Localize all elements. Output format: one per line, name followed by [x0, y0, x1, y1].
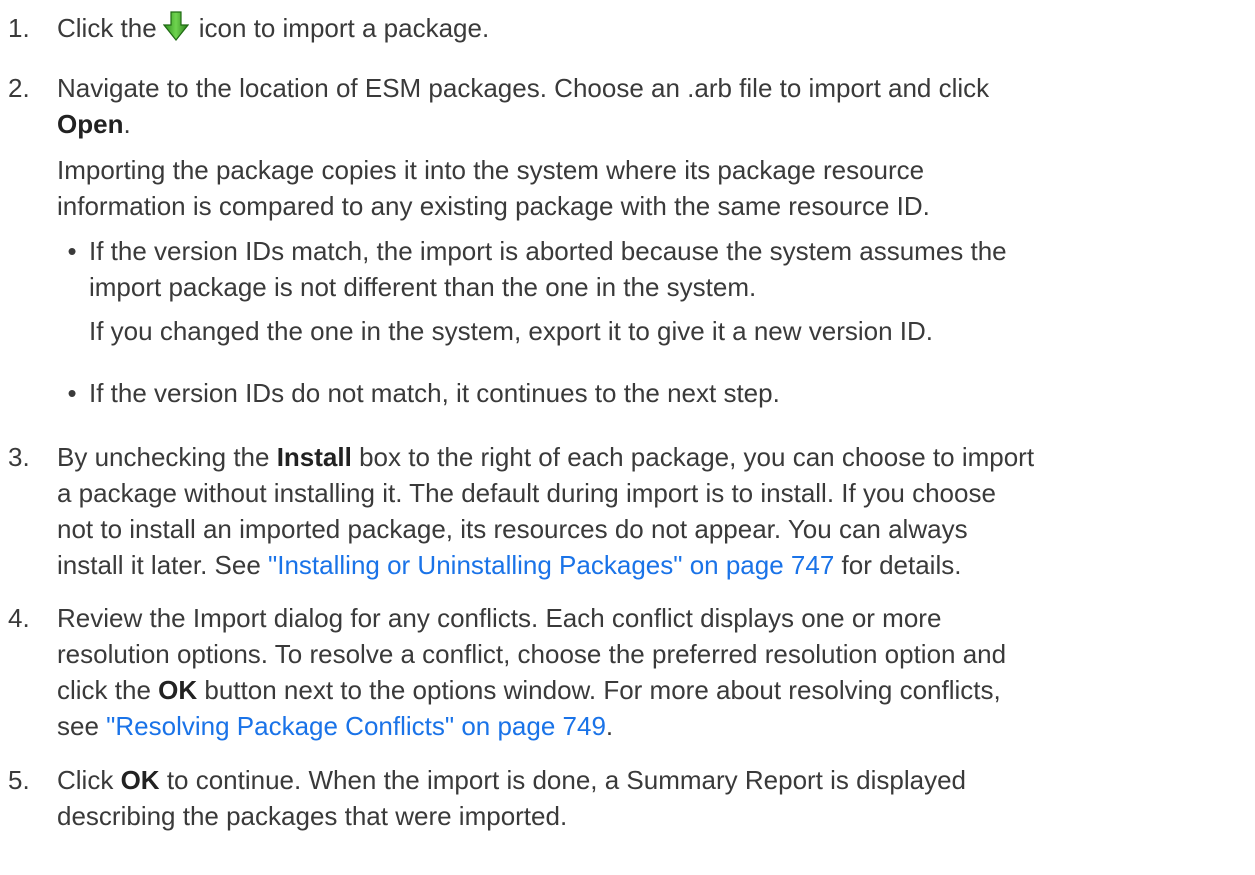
step-number: 5. [8, 765, 30, 795]
bullet-item-1: If the version IDs match, the import is … [89, 236, 1007, 302]
step-1-text: Click the icon to import a package. [57, 10, 1247, 50]
ok-label: OK [120, 765, 160, 795]
open-label: Open [57, 109, 124, 139]
step-number: 4. [8, 603, 30, 633]
bullet-marker: • [67, 378, 77, 408]
resolving-conflicts-link[interactable]: "Resolving Package Conflicts" on page 74… [106, 711, 606, 741]
bullet-1-note: If you changed the one in the system, ex… [89, 316, 934, 346]
step-2-paragraph: Importing the package copies it into the… [57, 155, 930, 221]
green-down-arrow-import-icon [162, 11, 189, 50]
step-2-line-1: Navigate to the location of ESM packages… [57, 73, 990, 103]
bullet-marker: • [67, 236, 77, 266]
step-number: 1. [8, 13, 30, 43]
step-number: 3. [8, 442, 30, 472]
bullet-item-2: If the version IDs do not match, it cont… [89, 378, 780, 408]
install-label: Install [276, 442, 352, 472]
step-number: 2. [8, 73, 30, 103]
installing-packages-link[interactable]: "Installing or Uninstalling Packages" on… [268, 550, 834, 580]
ok-label: OK [158, 675, 198, 705]
